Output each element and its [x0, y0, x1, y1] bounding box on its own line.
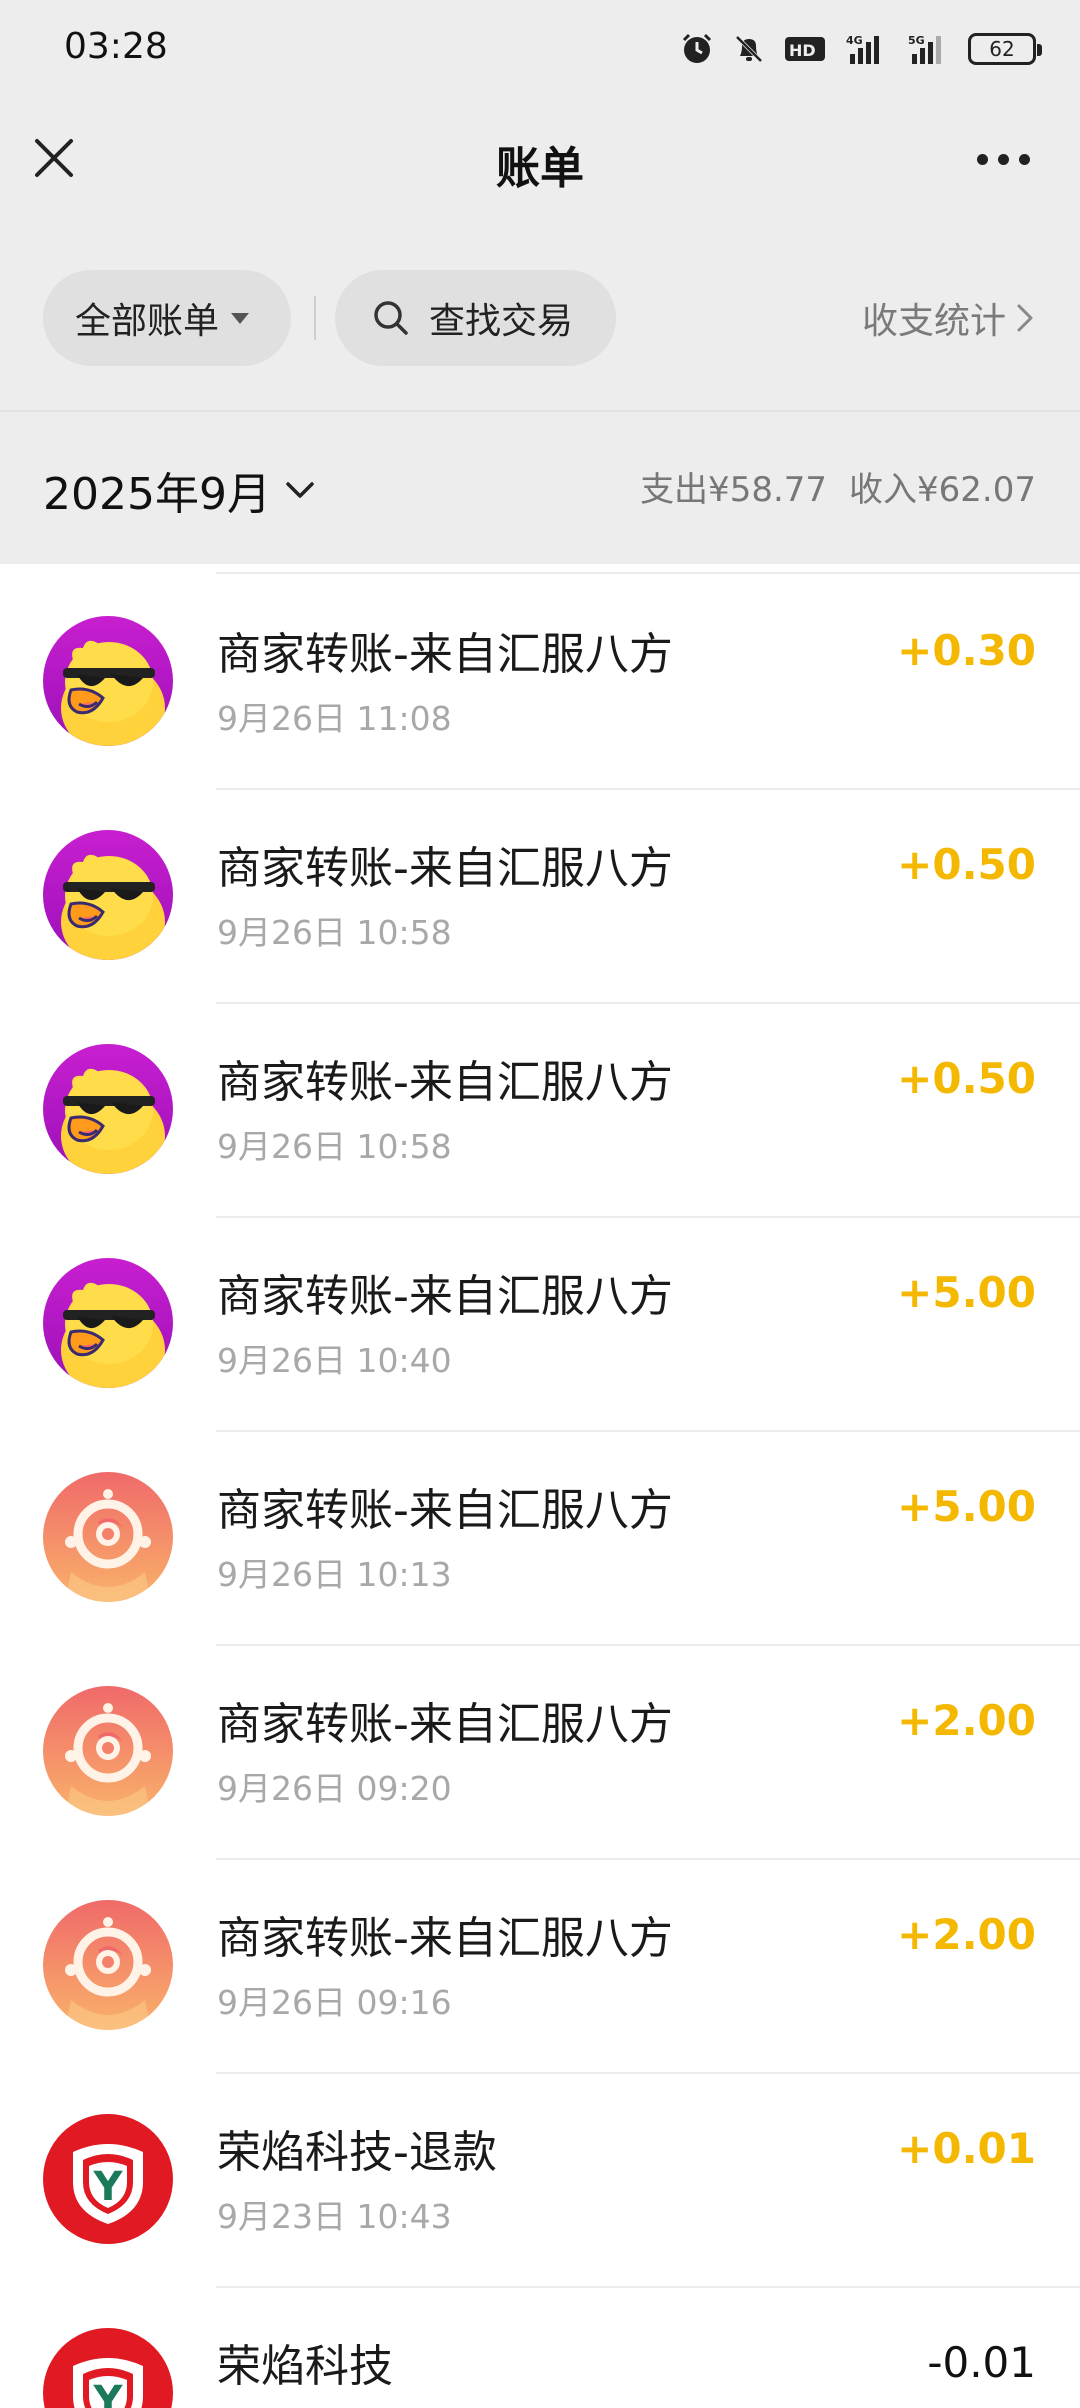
- duck-avatar: [43, 616, 173, 746]
- transaction-row[interactable]: Y 荣焰科技 -0.01: [0, 2286, 1080, 2408]
- y-shield-avatar: Y: [43, 2114, 173, 2244]
- duck-avatar: [43, 1044, 173, 1174]
- merchant-avatar: [43, 1686, 173, 1816]
- duck-avatar: [43, 1258, 173, 1388]
- chevron-right-icon: [1017, 304, 1033, 332]
- page-title: 账单: [496, 143, 584, 194]
- transaction-row[interactable]: 商家转账-来自汇服八方 9月26日 10:13 +5.00: [0, 1430, 1080, 1646]
- merchant-avatar: Y: [43, 2114, 173, 2244]
- search-icon: [374, 301, 408, 335]
- transaction-time: 9月26日 09:20: [217, 1769, 452, 1808]
- chevron-down-icon: [286, 482, 314, 498]
- svg-text:5G: 5G: [908, 34, 925, 47]
- status-icons: HD 4G 5G 62: [680, 24, 1042, 74]
- caret-down-icon: [231, 312, 250, 324]
- filter-bar: 全部账单 查找交易 收支统计: [0, 228, 1080, 412]
- svg-text:Y: Y: [93, 2164, 124, 2210]
- alarm-icon: [682, 33, 712, 63]
- status-bar: 03:28 HD 4G 5G 62: [0, 0, 1080, 98]
- transaction-amount: +2.00: [897, 1696, 1036, 1745]
- y-shield-avatar: Y: [43, 2328, 173, 2408]
- signal-5g-icon: 5G: [908, 34, 941, 64]
- transaction-row[interactable]: 商家转账-来自汇服八方 9月26日 10:58 +0.50: [0, 788, 1080, 1004]
- merchant-avatar: Y: [43, 2328, 173, 2408]
- transaction-row[interactable]: 商家转账-来自汇服八方 9月26日 09:16 +2.00: [0, 1858, 1080, 2074]
- transaction-title: 荣焰科技: [217, 2341, 393, 2392]
- all-bills-dropdown[interactable]: 全部账单: [43, 270, 291, 366]
- transaction-amount: +0.50: [897, 1054, 1036, 1103]
- transaction-amount: +5.00: [897, 1482, 1036, 1531]
- transaction-list: 商家转账-来自汇服八方 9月26日 11:08 +0.30 商家转账-来自汇服八方 9…: [0, 564, 1080, 2408]
- income-total: 收入¥62.07: [849, 470, 1036, 510]
- month-label: 2025年9月: [43, 469, 271, 520]
- search-transactions-button[interactable]: 查找交易: [335, 270, 616, 366]
- all-bills-label: 全部账单: [75, 301, 220, 342]
- transaction-title: 商家转账-来自汇服八方: [217, 1699, 673, 1750]
- transaction-amount: +2.00: [897, 1910, 1036, 1959]
- stats-label: 收支统计: [861, 301, 1006, 342]
- transaction-time: 9月26日 10:40: [217, 1341, 452, 1380]
- transaction-amount: -0.01: [927, 2338, 1036, 2387]
- svg-text:4G: 4G: [846, 34, 863, 47]
- transaction-time: 9月26日 10:58: [217, 913, 452, 952]
- signal-4g-icon: 4G: [846, 34, 879, 64]
- transaction-amount: +5.00: [897, 1268, 1036, 1317]
- transaction-title: 商家转账-来自汇服八方: [217, 843, 673, 894]
- merchant-avatar: [43, 1044, 173, 1174]
- status-time: 03:28: [64, 26, 168, 67]
- mute-bell-icon: [735, 35, 763, 63]
- merchant-avatar: [43, 616, 173, 746]
- battery-icon: 62: [968, 33, 1042, 65]
- more-icon[interactable]: [977, 154, 1030, 165]
- duck-avatar: [43, 830, 173, 960]
- merchant-avatar: [43, 1258, 173, 1388]
- sun-logo-avatar: [43, 1472, 173, 1602]
- transaction-title: 商家转账-来自汇服八方: [217, 1271, 673, 1322]
- svg-text:HD: HD: [789, 41, 816, 60]
- transaction-row[interactable]: 商家转账-来自汇服八方 9月26日 10:58 +0.50: [0, 1002, 1080, 1218]
- svg-text:Y: Y: [93, 2378, 124, 2408]
- transaction-title: 商家转账-来自汇服八方: [217, 629, 673, 680]
- hd-icon: HD: [785, 37, 825, 61]
- month-bar: 2025年9月 支出¥58.77 收入¥62.07: [0, 412, 1080, 564]
- transaction-row[interactable]: 商家转账-来自汇服八方 9月26日 09:20 +2.00: [0, 1644, 1080, 1860]
- divider: [314, 296, 316, 340]
- search-label: 查找交易: [429, 301, 574, 342]
- transaction-row[interactable]: 商家转账-来自汇服八方 9月26日 11:08 +0.30: [0, 574, 1080, 790]
- transaction-title: 商家转账-来自汇服八方: [217, 1485, 673, 1536]
- transaction-amount: +0.50: [897, 840, 1036, 889]
- transaction-title: 商家转账-来自汇服八方: [217, 1057, 673, 1108]
- transaction-amount: +0.30: [897, 626, 1036, 675]
- sun-logo-avatar: [43, 1900, 173, 2030]
- transaction-row[interactable]: Y 荣焰科技-退款 9月23日 10:43 +0.01: [0, 2072, 1080, 2288]
- transaction-title: 荣焰科技-退款: [217, 2127, 497, 2178]
- month-summary: 支出¥58.77 收入¥62.07: [640, 462, 1036, 511]
- month-selector[interactable]: 2025年9月: [43, 458, 315, 522]
- transaction-time: 9月26日 11:08: [217, 699, 452, 738]
- merchant-avatar: [43, 830, 173, 960]
- transaction-row[interactable]: 商家转账-来自汇服八方 9月26日 10:40 +5.00: [0, 1216, 1080, 1432]
- stats-link[interactable]: 收支统计: [862, 292, 1034, 344]
- transaction-time: 9月26日 10:58: [217, 1127, 452, 1166]
- transaction-time: 9月26日 09:16: [217, 1983, 452, 2022]
- expense-total: 支出¥58.77: [640, 470, 828, 510]
- merchant-avatar: [43, 1900, 173, 2030]
- transaction-time: 9月26日 10:13: [217, 1555, 452, 1594]
- sun-logo-avatar: [43, 1686, 173, 1816]
- transaction-title: 商家转账-来自汇服八方: [217, 1913, 673, 1964]
- transaction-time: 9月23日 10:43: [217, 2197, 452, 2236]
- nav-bar: 账单: [0, 98, 1080, 228]
- transaction-amount: +0.01: [897, 2124, 1036, 2173]
- merchant-avatar: [43, 1472, 173, 1602]
